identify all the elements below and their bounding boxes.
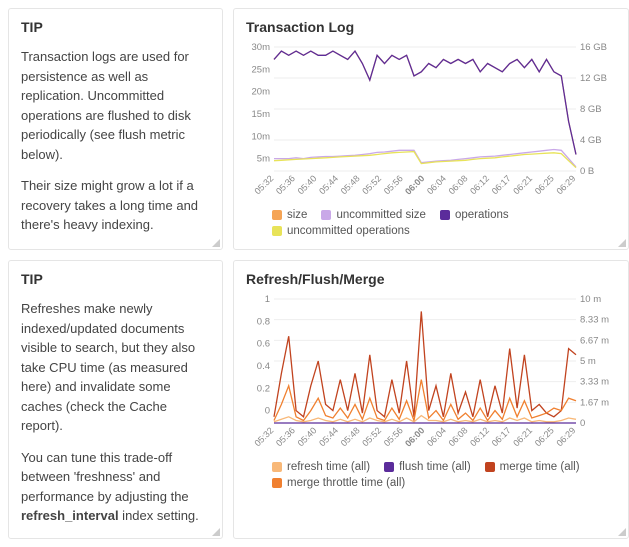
- tip-title: TIP: [21, 271, 210, 287]
- svg-text:06:21: 06:21: [511, 173, 534, 196]
- svg-text:06:00: 06:00: [403, 173, 426, 196]
- svg-text:30m: 30m: [252, 43, 271, 53]
- legend-item[interactable]: flush time (all): [384, 461, 471, 473]
- svg-text:5m: 5m: [257, 154, 270, 165]
- chart-panel-transaction-log: Transaction Log 30m 25m 20m 15m 10m 5m 16 GB 12…: [233, 8, 629, 250]
- svg-text:10 m: 10 m: [580, 295, 601, 305]
- svg-text:05:52: 05:52: [360, 425, 383, 448]
- legend-swatch: [440, 210, 450, 220]
- svg-text:0.4: 0.4: [257, 361, 270, 372]
- svg-text:0.2: 0.2: [257, 383, 270, 394]
- chart-canvas: 30m 25m 20m 15m 10m 5m 16 GB 12 GB 8 GB 4 GB 0 B 05…: [246, 43, 616, 203]
- legend-swatch: [272, 478, 282, 488]
- chart-canvas: 1 0.8 0.6 0.4 0.2 0 10 m 8.33 m 6.67 m 5 m 3.33 m 1…: [246, 295, 616, 455]
- legend-item[interactable]: operations: [440, 209, 509, 221]
- svg-text:15m: 15m: [252, 109, 271, 120]
- svg-text:06:12: 06:12: [468, 425, 491, 448]
- svg-text:0.6: 0.6: [257, 339, 270, 350]
- svg-text:0.8: 0.8: [257, 316, 270, 327]
- legend-label: merge throttle time (all): [287, 477, 405, 489]
- svg-text:4 GB: 4 GB: [580, 135, 602, 146]
- legend-swatch: [272, 226, 282, 236]
- svg-text:25m: 25m: [252, 64, 271, 75]
- legend-item[interactable]: size: [272, 209, 307, 221]
- legend-label: refresh time (all): [287, 461, 370, 473]
- svg-text:06:04: 06:04: [425, 425, 448, 448]
- svg-text:8.33 m: 8.33 m: [580, 315, 609, 326]
- svg-text:05:48: 05:48: [339, 173, 362, 196]
- svg-text:1: 1: [265, 295, 270, 305]
- tip-panel-transaction-log: TIP Transaction logs are used for persis…: [8, 8, 223, 250]
- svg-text:06:17: 06:17: [490, 173, 513, 196]
- svg-text:12 GB: 12 GB: [580, 73, 607, 84]
- tip-title: TIP: [21, 19, 210, 35]
- svg-text:05:52: 05:52: [360, 173, 383, 196]
- tip-paragraph: Their size might grow a lot if a recover…: [21, 176, 210, 235]
- svg-text:5 m: 5 m: [580, 356, 596, 367]
- svg-text:05:44: 05:44: [317, 425, 340, 448]
- svg-text:20m: 20m: [252, 87, 271, 98]
- svg-text:06:08: 06:08: [447, 425, 470, 448]
- svg-text:05:56: 05:56: [382, 425, 405, 448]
- legend-swatch: [384, 462, 394, 472]
- legend-swatch: [485, 462, 495, 472]
- chart-legend: refresh time (all) flush time (all) merge …: [246, 461, 616, 489]
- svg-text:06:29: 06:29: [554, 425, 577, 448]
- legend-item[interactable]: merge throttle time (all): [272, 477, 405, 489]
- svg-text:05:36: 05:36: [274, 425, 297, 448]
- legend-label: operations: [455, 209, 509, 221]
- legend-label: uncommitted operations: [287, 225, 410, 237]
- svg-text:06:17: 06:17: [490, 425, 513, 448]
- chart-legend: size uncommitted size operations uncommitte…: [246, 209, 616, 237]
- chart-title: Refresh/Flush/Merge: [246, 271, 616, 287]
- tip-body: Refreshes make newly indexed/updated doc…: [21, 299, 210, 526]
- legend-item[interactable]: uncommitted size: [321, 209, 425, 221]
- legend-item[interactable]: uncommitted operations: [272, 225, 410, 237]
- svg-text:6.67 m: 6.67 m: [580, 335, 609, 346]
- svg-text:0: 0: [265, 406, 270, 417]
- svg-text:05:48: 05:48: [339, 425, 362, 448]
- legend-swatch: [321, 210, 331, 220]
- svg-text:0: 0: [580, 418, 585, 429]
- svg-text:05:32: 05:32: [252, 173, 275, 196]
- legend-swatch: [272, 462, 282, 472]
- legend-label: merge time (all): [500, 461, 580, 473]
- svg-text:06:21: 06:21: [511, 425, 534, 448]
- svg-text:06:29: 06:29: [554, 173, 577, 196]
- chart-title: Transaction Log: [246, 19, 616, 35]
- svg-text:3.33 m: 3.33 m: [580, 377, 609, 388]
- svg-text:1.67 m: 1.67 m: [580, 397, 609, 408]
- legend-label: uncommitted size: [336, 209, 425, 221]
- svg-text:05:36: 05:36: [274, 173, 297, 196]
- svg-text:8 GB: 8 GB: [580, 104, 602, 115]
- svg-text:0 B: 0 B: [580, 166, 594, 177]
- svg-text:06:00: 06:00: [403, 425, 426, 448]
- legend-item[interactable]: merge time (all): [485, 461, 580, 473]
- tip-paragraph: Refreshes make newly indexed/updated doc…: [21, 299, 210, 436]
- tip-panel-refresh: TIP Refreshes make newly indexed/updated…: [8, 260, 223, 539]
- svg-text:06:08: 06:08: [447, 173, 470, 196]
- svg-text:16 GB: 16 GB: [580, 43, 607, 53]
- svg-text:05:40: 05:40: [296, 425, 319, 448]
- legend-item[interactable]: refresh time (all): [272, 461, 370, 473]
- svg-text:06:04: 06:04: [425, 173, 448, 196]
- tip-body: Transaction logs are used for persistenc…: [21, 47, 210, 235]
- svg-text:05:56: 05:56: [382, 173, 405, 196]
- svg-text:05:32: 05:32: [252, 425, 275, 448]
- tip-paragraph: You can tune this trade-off between 'fre…: [21, 448, 210, 526]
- legend-label: size: [287, 209, 307, 221]
- legend-label: flush time (all): [399, 461, 471, 473]
- svg-text:05:44: 05:44: [317, 173, 340, 196]
- svg-text:06:25: 06:25: [533, 425, 556, 448]
- tip-paragraph: Transaction logs are used for persistenc…: [21, 47, 210, 164]
- svg-text:06:25: 06:25: [533, 173, 556, 196]
- chart-panel-refresh: Refresh/Flush/Merge 1 0.8 0.6 0.4 0.2 0 10 m 8.…: [233, 260, 629, 539]
- svg-text:05:40: 05:40: [296, 173, 319, 196]
- legend-swatch: [272, 210, 282, 220]
- svg-text:06:12: 06:12: [468, 173, 491, 196]
- svg-text:10m: 10m: [252, 131, 271, 142]
- dashboard-grid: TIP Transaction logs are used for persis…: [8, 8, 621, 539]
